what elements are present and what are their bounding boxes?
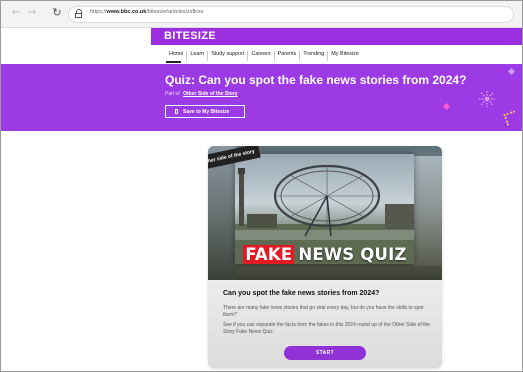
fake-news-quiz-heading: FAKE NEWS QUIZ xyxy=(208,245,442,264)
lock-icon xyxy=(75,9,82,18)
quiz-hero-image: other side of the story FAKE NEWS QUIZ xyxy=(208,146,442,280)
nav-active-indicator xyxy=(166,61,181,63)
quiz-title: Can you spot the fake news stories from … xyxy=(223,290,380,297)
star-decoration xyxy=(507,67,516,76)
save-button-label: Save to My Bitesize xyxy=(183,109,230,115)
page-title: Quiz: Can you spot the fake news stories… xyxy=(165,73,467,87)
back-arrow-icon[interactable]: ← xyxy=(9,6,23,20)
forward-arrow-icon[interactable]: → xyxy=(25,6,39,20)
yellow-dots-decoration xyxy=(503,110,519,126)
quiz-description-secondary: See if you can separate the facts from t… xyxy=(223,322,431,335)
nav-careers[interactable]: Careers xyxy=(248,51,275,61)
news-quiz-label: NEWS QUIZ xyxy=(298,245,407,264)
nav-learn[interactable]: Learn xyxy=(187,51,209,61)
part-of-label: Part of xyxy=(165,91,180,97)
page-banner: Quiz: Can you spot the fake news stories… xyxy=(1,64,522,131)
nav-parents[interactable]: Parents xyxy=(275,51,301,61)
quiz-card-body: Can you spot the fake news stories from … xyxy=(208,280,442,368)
nav-my-bitesize[interactable]: My Bitesize xyxy=(328,51,362,61)
quiz-card[interactable]: other side of the story FAKE NEWS QUIZ Ca… xyxy=(208,146,442,368)
start-button[interactable]: START xyxy=(284,346,366,360)
pink-diamond-decoration xyxy=(442,102,451,111)
nav-trending[interactable]: Trending xyxy=(300,51,329,61)
nav-study-support[interactable]: Study support xyxy=(208,51,249,61)
browser-toolbar: ← → ↻ https://www.bbc.co.uk/bitesize/art… xyxy=(1,1,522,28)
sparkle-decoration-icon xyxy=(479,91,495,107)
series-link[interactable]: Other Side of the Story xyxy=(183,91,237,97)
save-to-my-bitesize-button[interactable]: Save to My Bitesize xyxy=(165,105,245,118)
part-of-line: Part of Other Side of the Story xyxy=(165,91,238,97)
bookmark-icon xyxy=(175,109,178,114)
site-header: BITESIZE Home Learn Study support Career… xyxy=(1,28,522,64)
main-nav: Home Learn Study support Careers Parents… xyxy=(166,51,362,61)
quiz-description: There are many fake news stories that go… xyxy=(223,305,424,318)
nav-home[interactable]: Home xyxy=(166,51,188,61)
fake-label: FAKE xyxy=(243,245,295,264)
url-text: https://www.bbc.co.uk/bitesize/articles/… xyxy=(90,9,204,15)
browser-window: ← → ↻ https://www.bbc.co.uk/bitesize/art… xyxy=(0,0,523,372)
bitesize-logo[interactable]: BITESIZE xyxy=(164,30,216,42)
brand-bar: BITESIZE xyxy=(151,28,522,45)
address-bar[interactable]: https://www.bbc.co.uk/bitesize/articles/… xyxy=(68,6,514,23)
reload-icon[interactable]: ↻ xyxy=(50,6,64,20)
